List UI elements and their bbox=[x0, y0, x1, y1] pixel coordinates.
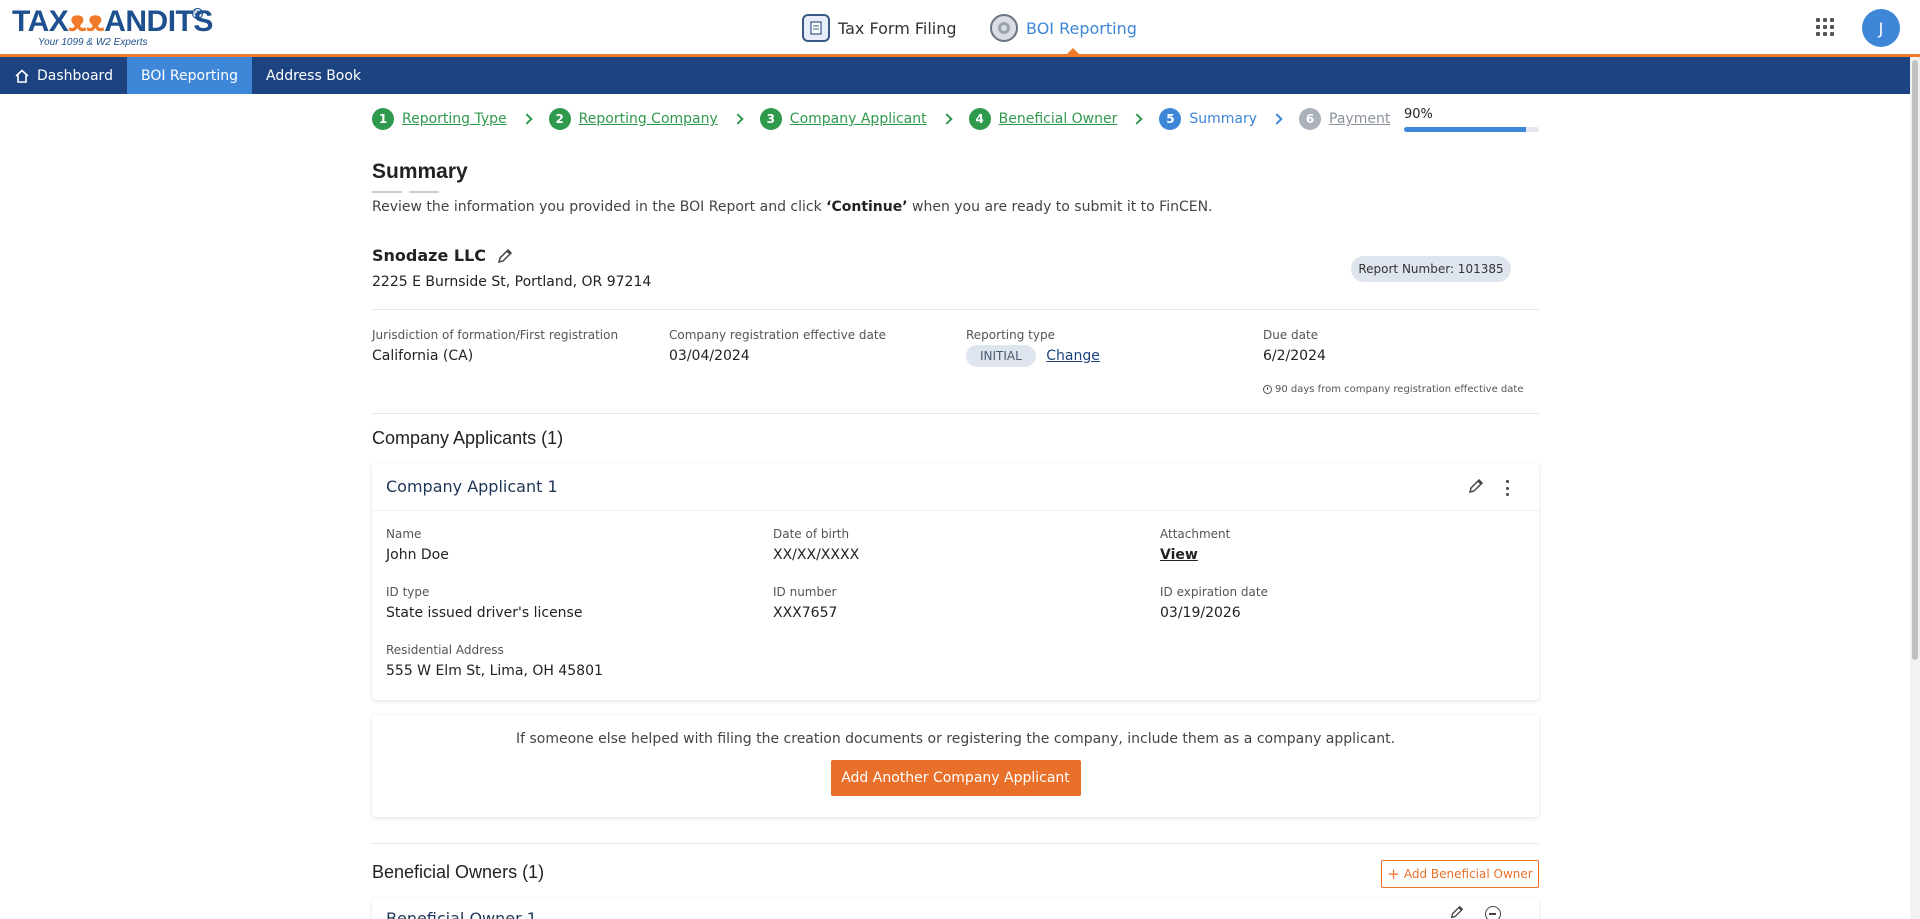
add-applicant-hint: If someone else helped with filing the c… bbox=[515, 731, 1396, 747]
card-header: Beneficial Owner 1 bbox=[372, 898, 1539, 919]
active-app-indicator bbox=[1066, 48, 1080, 55]
add-company-applicant-button[interactable]: Add Another Company Applicant bbox=[830, 760, 1081, 796]
jurisdiction-field: Jurisdiction of formation/First registra… bbox=[372, 328, 619, 364]
chevron-right-icon bbox=[1131, 113, 1144, 125]
card-title: Beneficial Owner 1 bbox=[386, 908, 537, 919]
add-applicant-box: If someone else helped with filing the c… bbox=[372, 715, 1539, 817]
step-company-applicant[interactable]: 3 Company Applicant bbox=[759, 108, 927, 130]
company-applicant-card: Company Applicant 1 Name John Doe Date o… bbox=[372, 463, 1539, 700]
company-address: 2225 E Burnside St, Portland, OR 97214 bbox=[372, 274, 652, 290]
edit-pencil-icon[interactable] bbox=[496, 247, 514, 265]
applicant-id-number-field: ID number XXX7657 bbox=[773, 585, 838, 621]
tax-form-icon bbox=[802, 14, 830, 42]
step-beneficial-owner[interactable]: 4 Beneficial Owner bbox=[968, 108, 1117, 130]
applicant-id-expiration-field: ID expiration date 03/19/2026 bbox=[1160, 585, 1268, 621]
applicant-id-type-field: ID type State issued driver's license bbox=[386, 585, 583, 621]
progress-percent: 90% bbox=[1404, 107, 1433, 122]
view-attachment-link[interactable]: View bbox=[1160, 547, 1230, 563]
title-divider bbox=[372, 191, 402, 193]
due-date-note: 90 days from company registration effect… bbox=[1263, 384, 1523, 395]
company-applicants-heading: Company Applicants (1) bbox=[372, 428, 564, 448]
due-date-field: Due date 6/2/2024 bbox=[1263, 328, 1326, 364]
more-options-icon[interactable] bbox=[1505, 480, 1509, 496]
app-tax-form-filing[interactable]: Tax Form Filing bbox=[802, 12, 957, 44]
apps-grid-icon[interactable] bbox=[1816, 18, 1834, 36]
edit-pencil-icon[interactable] bbox=[1449, 904, 1465, 919]
home-icon bbox=[14, 68, 30, 83]
title-divider bbox=[409, 191, 439, 193]
nav-address-book[interactable]: Address Book bbox=[252, 57, 375, 94]
logo-tagline: Your 1099 & W2 Experts bbox=[38, 37, 148, 48]
remove-circle-icon[interactable] bbox=[1485, 906, 1501, 919]
progress-stepper: 1 Reporting Type 2 Reporting Company 3 C… bbox=[372, 108, 1390, 130]
step-reporting-type[interactable]: 1 Reporting Type bbox=[372, 108, 507, 130]
applicant-name-field: Name John Doe bbox=[386, 527, 449, 563]
progress-bar bbox=[1404, 127, 1539, 132]
company-name: Snodaze LLC bbox=[372, 246, 514, 265]
change-reporting-type-link[interactable]: Change bbox=[1046, 348, 1100, 364]
edit-pencil-icon[interactable] bbox=[1467, 477, 1485, 499]
page-intro: Review the information you provided in t… bbox=[372, 199, 1213, 215]
divider bbox=[372, 843, 1539, 844]
step-summary[interactable]: 5 Summary bbox=[1159, 108, 1257, 130]
nav-dashboard[interactable]: Dashboard bbox=[0, 57, 127, 94]
divider bbox=[372, 309, 1539, 310]
page-title: Summary bbox=[372, 160, 468, 183]
beneficial-owners-heading: Beneficial Owners (1) bbox=[372, 862, 545, 882]
card-title: Company Applicant 1 bbox=[386, 477, 558, 496]
divider bbox=[372, 413, 1539, 414]
app-boi-reporting[interactable]: BOI Reporting bbox=[990, 12, 1137, 44]
step-reporting-company[interactable]: 2 Reporting Company bbox=[548, 108, 718, 130]
applicant-dob-field: Date of birth XX/XX/XXXX bbox=[773, 527, 860, 563]
applicant-address-field: Residential Address 555 W Elm St, Lima, … bbox=[386, 643, 603, 679]
taxbandits-logo[interactable]: TAXᴥᴥANDITS Your 1099 & W2 Experts TM bbox=[12, 6, 213, 50]
clock-icon bbox=[1263, 385, 1272, 394]
fincen-seal-icon bbox=[990, 14, 1018, 42]
top-header: TAXᴥᴥANDITS Your 1099 & W2 Experts TM Ta… bbox=[0, 0, 1920, 57]
chevron-right-icon bbox=[521, 113, 533, 125]
main-navbar: Dashboard BOI Reporting Address Book bbox=[0, 57, 1910, 94]
chevron-right-icon bbox=[1271, 113, 1283, 125]
chevron-right-icon bbox=[732, 113, 744, 125]
user-avatar[interactable]: J bbox=[1862, 9, 1900, 47]
trademark-mark: TM bbox=[192, 8, 203, 19]
scrollbar-thumb[interactable] bbox=[1912, 60, 1918, 660]
add-beneficial-owner-button[interactable]: + Add Beneficial Owner bbox=[1381, 860, 1539, 888]
report-number-badge: Report Number: 101385 bbox=[1351, 256, 1511, 282]
step-payment[interactable]: 6 Payment bbox=[1299, 108, 1390, 130]
chevron-right-icon bbox=[940, 113, 953, 125]
registration-date-field: Company registration effective date 03/0… bbox=[669, 328, 886, 364]
progress-bar-fill bbox=[1404, 127, 1526, 132]
applicant-attachment-field: Attachment View bbox=[1160, 527, 1231, 563]
card-header: Company Applicant 1 bbox=[372, 463, 1539, 511]
plus-icon: + bbox=[1387, 865, 1400, 883]
reporting-type-badge: INITIAL bbox=[966, 345, 1036, 367]
reporting-type-field: Reporting type INITIAL Change bbox=[966, 328, 1100, 367]
beneficial-owner-card: Beneficial Owner 1 bbox=[372, 898, 1539, 919]
nav-boi-reporting[interactable]: BOI Reporting bbox=[126, 57, 252, 94]
